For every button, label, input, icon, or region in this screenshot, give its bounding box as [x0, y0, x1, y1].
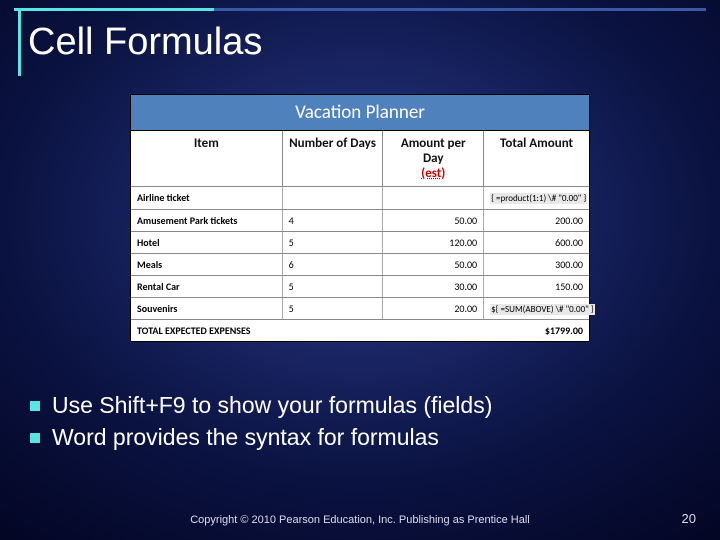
cell-total: 150.00	[484, 275, 589, 297]
cell-days: 4	[282, 209, 383, 231]
table-row: Souvenirs520.00${ =SUM(ABOVE) \# "0.00" …	[131, 297, 589, 319]
cell-item: Airline ticket	[131, 187, 282, 209]
cell-days: 5	[282, 297, 383, 319]
square-bullet-icon	[30, 401, 40, 411]
list-item: Use Shift+F9 to show your formulas (fiel…	[30, 392, 700, 420]
cell-item: Souvenirs	[131, 297, 282, 319]
cell-total: ${ =SUM(ABOVE) \# "0.00" }	[484, 297, 589, 319]
cell-days: 5	[282, 275, 383, 297]
cell-days: 6	[282, 253, 383, 275]
header-total: Total Amount	[484, 131, 589, 187]
title-vertical-bar	[18, 8, 21, 76]
table-row: Amusement Park tickets450.00200.00	[131, 209, 589, 231]
total-value: $1799.00	[484, 320, 589, 341]
cell-days	[282, 187, 383, 209]
bullet-text: Word provides the syntax for formulas	[52, 424, 439, 452]
title-container: Cell Formulas	[14, 11, 214, 70]
field-code: ${ =SUM(ABOVE) \# "0.00" }	[490, 304, 595, 315]
cell-total: 200.00	[484, 209, 589, 231]
cell-total: 300.00	[484, 253, 589, 275]
page-number: 20	[682, 511, 696, 526]
field-code: { =product(1:1) \# "0.00" }	[490, 193, 587, 204]
planner-header-row: Item Number of Days Amount per Day (est)…	[131, 131, 589, 187]
cell-amount: 50.00	[383, 253, 484, 275]
header-amount-est: (est)	[421, 166, 445, 181]
header-amount: Amount per Day (est)	[383, 131, 484, 187]
square-bullet-icon	[30, 433, 40, 443]
cell-item: Amusement Park tickets	[131, 209, 282, 231]
table-row: Airline ticket { =product(1:1) \# "0.00" …	[131, 187, 589, 209]
cell-total: { =product(1:1) \# "0.00" }	[484, 187, 589, 209]
cell-amount: 120.00	[383, 231, 484, 253]
total-label: TOTAL EXPECTED EXPENSES	[131, 320, 484, 341]
header-item: Item	[131, 131, 282, 187]
bullet-text: Use Shift+F9 to show your formulas (fiel…	[52, 392, 492, 420]
header-days: Number of Days	[282, 131, 383, 187]
cell-item: Rental Car	[131, 275, 282, 297]
planner-data-rows: Airline ticket { =product(1:1) \# "0.00" …	[131, 187, 589, 320]
list-item: Word provides the syntax for formulas	[30, 424, 700, 452]
vacation-planner-table: Vacation Planner Item Number of Days Amo…	[130, 94, 590, 342]
planner-caption: Vacation Planner	[131, 95, 589, 131]
copyright-footer: Copyright © 2010 Pearson Education, Inc.…	[0, 514, 720, 526]
cell-amount	[383, 187, 484, 209]
cell-amount: 20.00	[383, 297, 484, 319]
cell-item: Hotel	[131, 231, 282, 253]
planner-total-row: TOTAL EXPECTED EXPENSES $1799.00	[131, 320, 589, 341]
cell-amount: 30.00	[383, 275, 484, 297]
slide-title: Cell Formulas	[28, 11, 214, 70]
cell-total: 600.00	[484, 231, 589, 253]
header-amount-text: Amount per Day	[401, 136, 466, 166]
table-row: Meals650.00300.00	[131, 253, 589, 275]
table-row: Rental Car530.00150.00	[131, 275, 589, 297]
cell-item: Meals	[131, 253, 282, 275]
table-row: Hotel5120.00600.00	[131, 231, 589, 253]
cell-days: 5	[282, 231, 383, 253]
cell-amount: 50.00	[383, 209, 484, 231]
bullet-list: Use Shift+F9 to show your formulas (fiel…	[30, 392, 700, 455]
